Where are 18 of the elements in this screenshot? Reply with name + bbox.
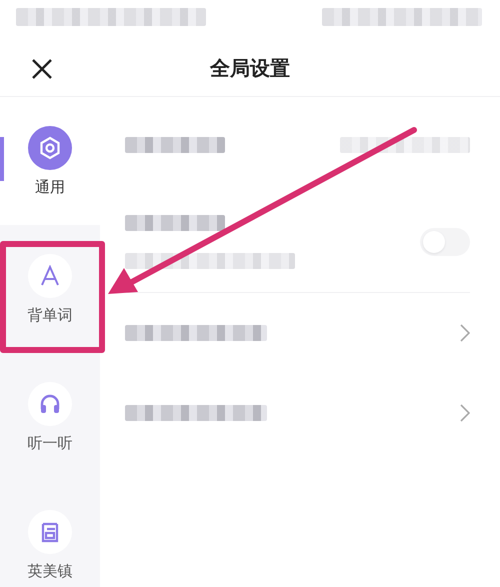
tab-label: 通用 (35, 178, 65, 197)
sidebar-tab[interactable]: 听一听 (0, 353, 100, 481)
hexagon-icon (38, 136, 62, 160)
toggle-switch[interactable] (420, 228, 470, 256)
building-icon (39, 521, 61, 543)
close-icon[interactable] (31, 58, 53, 80)
chevron-icon (460, 324, 470, 342)
active-indicator (0, 137, 4, 181)
tab-label: 英美镇 (28, 562, 72, 581)
sidebar-tab[interactable]: 通用 (0, 97, 100, 225)
sidebar-tab[interactable]: 背单词 (0, 225, 100, 353)
letter-icon (39, 265, 61, 287)
tab-label: 背单词 (28, 306, 72, 325)
page-title: 全局设置 (210, 54, 290, 82)
headphones-icon (39, 393, 61, 415)
tab-label: 听一听 (28, 434, 72, 453)
chevron-icon (460, 404, 470, 422)
sidebar-tab[interactable]: 英美镇 (0, 481, 100, 587)
